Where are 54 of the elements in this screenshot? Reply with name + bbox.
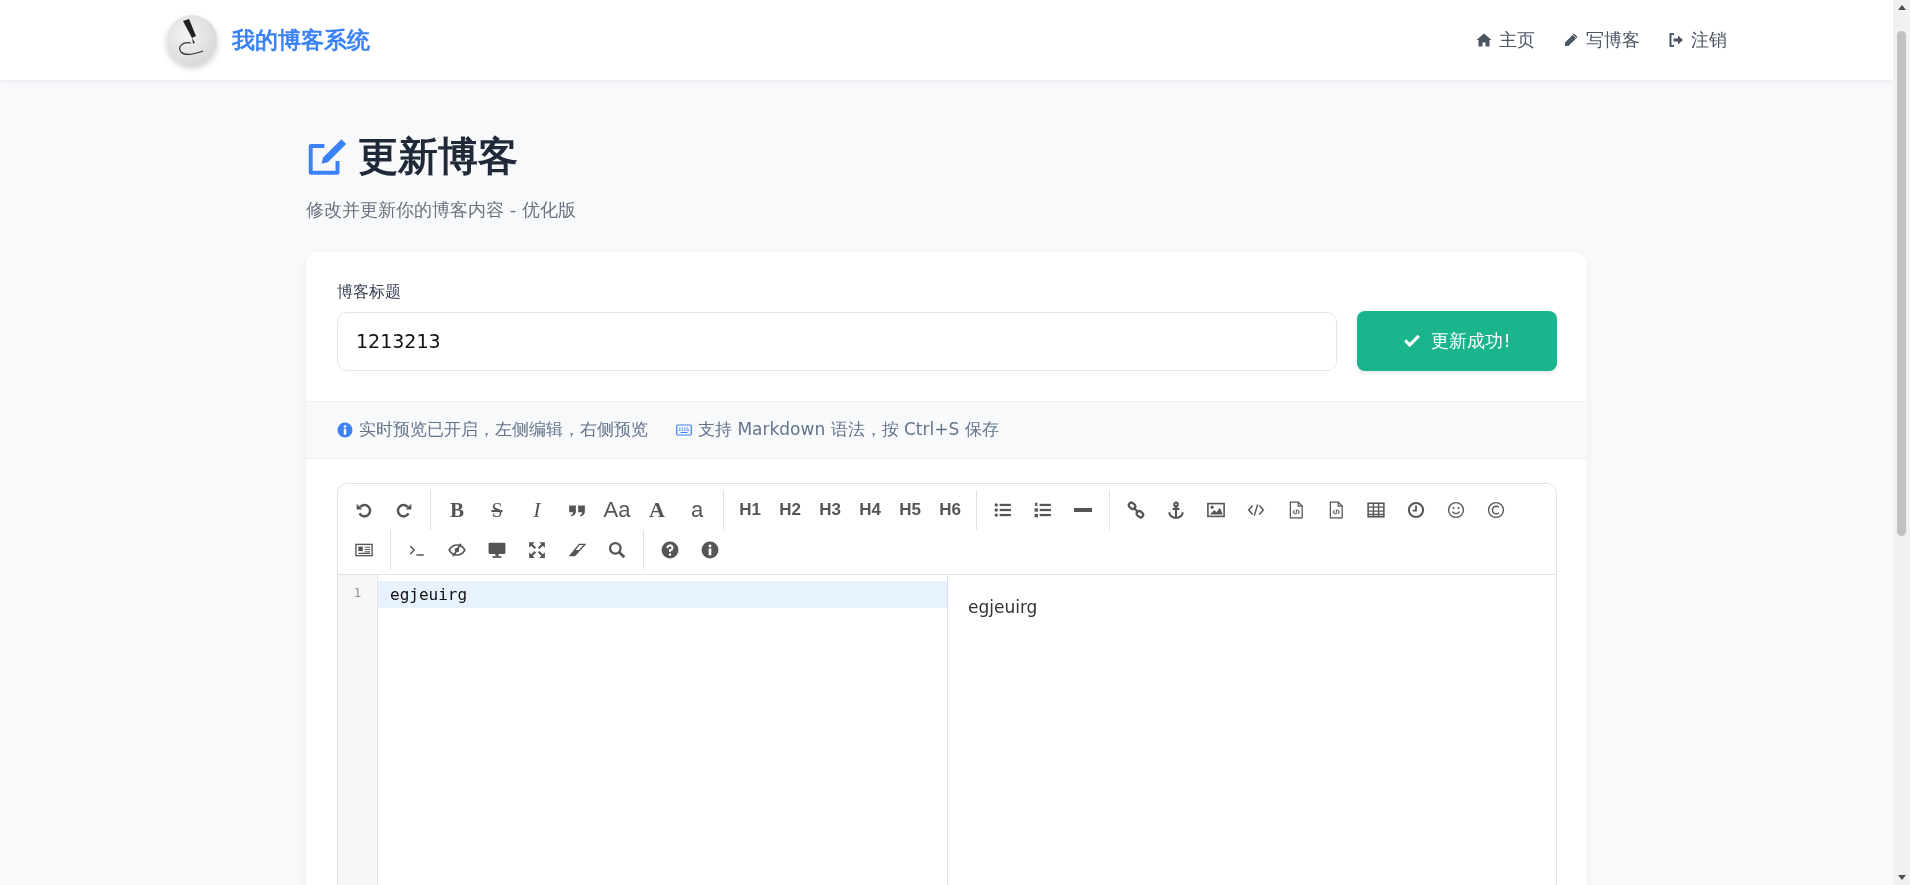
file-code-icon bbox=[1327, 501, 1345, 519]
title-input[interactable]: 1213213 bbox=[337, 311, 1337, 371]
italic-button[interactable]: I bbox=[521, 490, 553, 530]
font-button[interactable]: A bbox=[641, 490, 673, 530]
title-label: 博客标题 bbox=[337, 282, 402, 303]
preview-text: egjeuirg bbox=[968, 597, 1038, 617]
heading-button[interactable]: H5 bbox=[894, 490, 926, 530]
eye-slash-icon bbox=[448, 541, 466, 559]
undo-icon bbox=[355, 501, 373, 519]
monitor-icon bbox=[488, 541, 506, 559]
pencil-icon bbox=[1562, 32, 1579, 48]
image-icon bbox=[1207, 501, 1225, 519]
smiley-icon bbox=[1447, 501, 1465, 519]
numbered-list-icon bbox=[1034, 501, 1052, 519]
tip-text: 实时预览已开启，左侧编辑，右侧预览 bbox=[359, 418, 648, 441]
site-brand[interactable]: 我的博客系统 bbox=[231, 24, 370, 56]
bold-button[interactable]: B bbox=[441, 490, 473, 530]
heading-button[interactable]: H4 bbox=[854, 490, 886, 530]
search-icon bbox=[608, 541, 626, 559]
nav-link[interactable]: 注销 bbox=[1667, 28, 1727, 52]
strikethrough-button[interactable]: S bbox=[481, 490, 513, 530]
file-code-icon bbox=[1287, 501, 1305, 519]
nav-link[interactable]: 写博客 bbox=[1562, 28, 1640, 52]
heading-button[interactable]: H2 bbox=[774, 490, 806, 530]
expand-icon bbox=[528, 541, 546, 559]
font-button[interactable]: Aa bbox=[601, 490, 633, 530]
scrollbar[interactable] bbox=[1893, 0, 1910, 885]
font-button[interactable]: a bbox=[681, 490, 713, 530]
home-icon bbox=[1475, 32, 1492, 48]
logo-icon bbox=[166, 15, 217, 65]
clock-icon bbox=[1407, 501, 1425, 519]
bullet-list-icon bbox=[994, 501, 1012, 519]
line-number: 1 bbox=[352, 584, 363, 602]
copyright-icon bbox=[1487, 501, 1505, 519]
redo-icon bbox=[395, 501, 413, 519]
table-icon bbox=[1367, 501, 1385, 519]
sign-out-icon bbox=[1667, 32, 1684, 48]
info-icon bbox=[337, 421, 353, 438]
help-icon bbox=[661, 541, 679, 559]
nav-link[interactable]: 主页 bbox=[1475, 28, 1535, 52]
page-title: 更新博客 bbox=[358, 132, 518, 181]
heading-button[interactable]: H3 bbox=[814, 490, 846, 530]
heading-button[interactable]: H1 bbox=[734, 490, 766, 530]
info-icon bbox=[701, 541, 719, 559]
anchor-icon bbox=[1167, 501, 1185, 519]
tip-text: 支持 Markdown 语法，按 Ctrl+S 保存 bbox=[698, 418, 999, 441]
newspaper-icon bbox=[355, 541, 373, 559]
keyboard-icon bbox=[676, 421, 692, 438]
page-subtitle: 修改并更新你的博客内容 - 优化版 bbox=[306, 198, 577, 222]
link-icon bbox=[1127, 501, 1145, 519]
eraser-icon bbox=[568, 541, 586, 559]
check-icon bbox=[1403, 332, 1422, 350]
code-icon bbox=[1247, 501, 1265, 519]
heading-button[interactable]: H6 bbox=[934, 490, 966, 530]
